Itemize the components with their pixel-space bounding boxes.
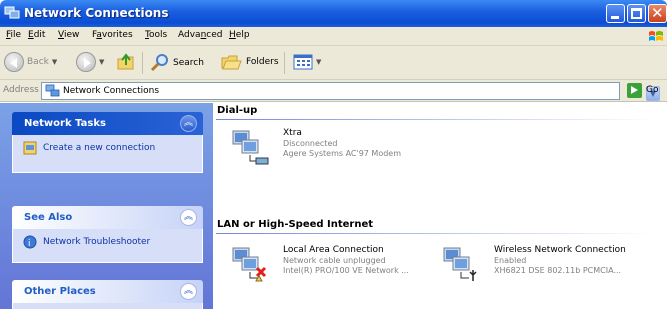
address-label: Address bbox=[3, 85, 39, 95]
network-tasks-title: Network Tasks bbox=[24, 118, 106, 129]
close-icon: ✕ bbox=[651, 4, 664, 22]
group-header-dialup: Dial-up bbox=[217, 105, 258, 116]
see-also-header[interactable]: See Also ︽ bbox=[12, 206, 203, 229]
windows-flag-icon bbox=[649, 31, 663, 41]
other-places-title: Other Places bbox=[24, 286, 96, 297]
network-tasks-body: Create a new connection bbox=[12, 135, 203, 173]
views-icon bbox=[293, 54, 313, 70]
up-folder-icon bbox=[117, 53, 134, 70]
task-pane: Network Tasks ︽ Create a new connection … bbox=[0, 103, 213, 309]
back-button[interactable]: Back ▼ bbox=[4, 52, 57, 72]
title-bar: Network Connections ✕ bbox=[0, 0, 667, 27]
maximize-icon bbox=[631, 8, 642, 19]
back-dropdown-icon: ▼ bbox=[51, 58, 58, 66]
see-also-body: i Network Troubleshooter bbox=[12, 229, 203, 263]
minimize-icon bbox=[611, 16, 619, 19]
toolbar-separator bbox=[284, 52, 285, 74]
menu-favorites[interactable]: Favorites bbox=[92, 30, 133, 40]
menu-bar: File Edit View Favorites Tools Advanced … bbox=[0, 27, 667, 46]
window-title: Network Connections bbox=[24, 6, 169, 20]
lan-connection-icon bbox=[232, 247, 267, 282]
see-also-panel: See Also ︽ i Network Troubleshooter bbox=[12, 206, 203, 263]
address-input[interactable]: Network Connections ▼ bbox=[41, 82, 660, 101]
toolbar: Back ▼ ▼ Search Folders ▼ bbox=[0, 46, 667, 80]
new-connection-icon bbox=[23, 141, 37, 155]
forward-dropdown-icon: ▼ bbox=[99, 58, 105, 66]
create-new-connection-link[interactable]: Create a new connection bbox=[23, 141, 192, 155]
svg-text:i: i bbox=[28, 239, 31, 249]
forward-arrow-icon bbox=[76, 52, 96, 72]
maximize-button[interactable] bbox=[627, 4, 646, 23]
go-arrow-icon[interactable] bbox=[627, 83, 642, 98]
see-also-title: See Also bbox=[24, 212, 73, 223]
go-button[interactable]: Go bbox=[646, 85, 658, 95]
group-divider bbox=[216, 233, 656, 234]
folders-button[interactable]: Folders bbox=[221, 53, 279, 71]
network-tasks-header[interactable]: Network Tasks ︽ bbox=[12, 112, 203, 135]
search-icon bbox=[150, 54, 168, 72]
collapse-chevron-icon[interactable]: ︽ bbox=[180, 115, 197, 132]
menu-view[interactable]: View bbox=[58, 30, 79, 40]
collapse-chevron-icon[interactable]: ︽ bbox=[180, 209, 197, 226]
close-button[interactable]: ✕ bbox=[648, 4, 667, 23]
other-places-header[interactable]: Other Places ︽ bbox=[12, 280, 203, 303]
menu-file[interactable]: File bbox=[6, 30, 21, 40]
menu-edit[interactable]: Edit bbox=[28, 30, 45, 40]
other-places-body bbox=[12, 303, 203, 309]
back-arrow-icon bbox=[4, 52, 24, 72]
wireless-connection-icon bbox=[443, 247, 477, 281]
menu-help[interactable]: Help bbox=[229, 30, 250, 40]
network-connections-icon bbox=[45, 84, 60, 97]
network-tasks-panel: Network Tasks ︽ Create a new connection bbox=[12, 112, 203, 173]
network-connections-icon bbox=[4, 6, 20, 19]
search-button[interactable]: Search bbox=[150, 53, 204, 73]
other-places-panel: Other Places ︽ bbox=[12, 280, 203, 309]
help-icon: i bbox=[23, 235, 37, 249]
address-bar: Address Network Connections ▼ Go bbox=[0, 80, 667, 102]
menu-advanced[interactable]: Advanced bbox=[178, 30, 222, 40]
menu-tools[interactable]: Tools bbox=[145, 30, 167, 40]
content-area: Dial-up Xtra Disconnected Agere Systems … bbox=[213, 103, 667, 309]
minimize-button[interactable] bbox=[606, 4, 625, 23]
address-value: Network Connections bbox=[63, 86, 160, 96]
group-header-lan: LAN or High-Speed Internet bbox=[217, 219, 374, 230]
group-divider bbox=[216, 119, 656, 120]
up-folder-button[interactable] bbox=[116, 53, 136, 71]
dialup-connection-icon bbox=[232, 130, 269, 165]
toolbar-separator bbox=[142, 52, 143, 74]
collapse-chevron-icon[interactable]: ︽ bbox=[180, 283, 197, 300]
forward-button[interactable]: ▼ bbox=[76, 52, 104, 72]
folders-icon bbox=[221, 55, 242, 70]
network-troubleshooter-link[interactable]: i Network Troubleshooter bbox=[23, 235, 192, 249]
views-button[interactable]: ▼ bbox=[293, 54, 321, 70]
views-dropdown-icon: ▼ bbox=[316, 58, 322, 66]
